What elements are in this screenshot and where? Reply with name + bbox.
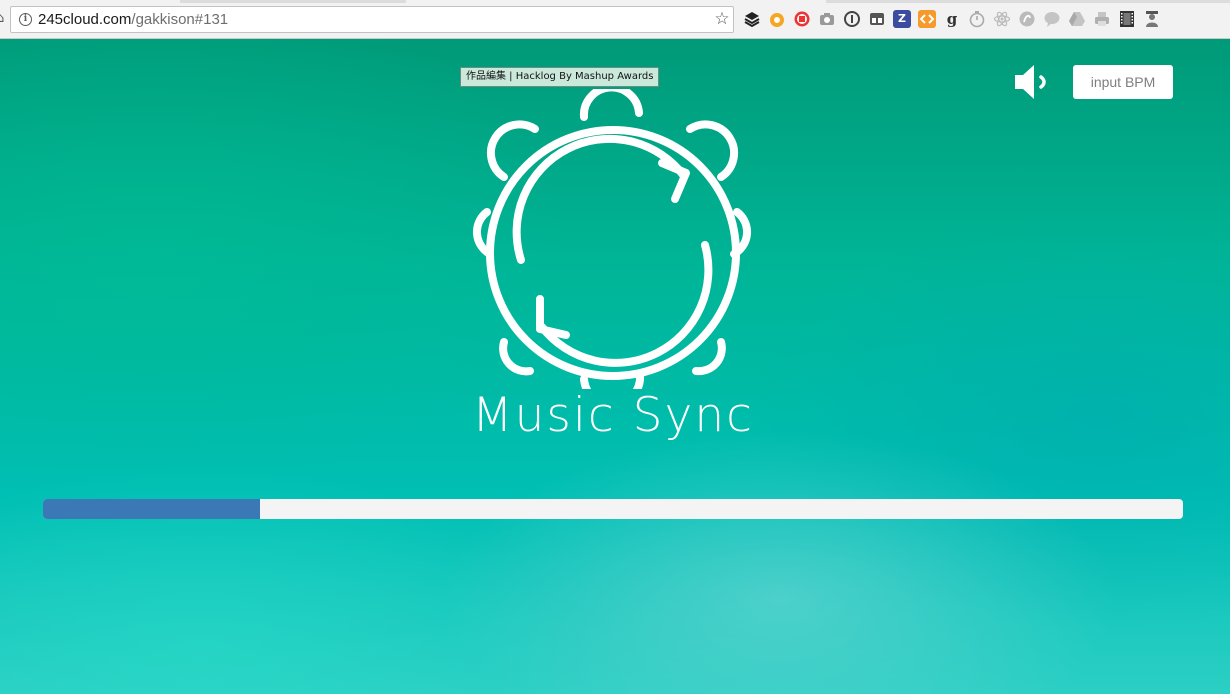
tab-strip-edge <box>0 0 1230 3</box>
page-background: 作品編集 | Hacklog By Mashup Awards input BP… <box>0 39 1230 694</box>
drive-icon[interactable] <box>1068 10 1086 28</box>
hacklog-tooltip: 作品編集 | Hacklog By Mashup Awards <box>460 67 660 87</box>
timer-icon[interactable] <box>968 10 986 28</box>
user-icon[interactable] <box>1143 10 1161 28</box>
home-icon[interactable]: ⌂ <box>0 12 6 26</box>
speaker-icon[interactable] <box>1012 60 1056 104</box>
url-host: 245cloud.com <box>38 11 132 28</box>
input-bpm-button[interactable]: input BPM <box>1073 65 1173 99</box>
i-icon[interactable] <box>843 10 861 28</box>
chat-icon[interactable] <box>1043 10 1061 28</box>
layers-icon[interactable] <box>743 10 761 28</box>
zotero-icon[interactable]: Z <box>893 10 911 28</box>
code-icon[interactable] <box>918 10 936 28</box>
app-title: Music Sync <box>472 388 754 443</box>
progress-fill <box>43 499 260 519</box>
url-text[interactable]: 245cloud.com/gakkison#131 <box>38 11 228 29</box>
film-icon[interactable] <box>1118 10 1136 28</box>
evernote-icon[interactable] <box>1018 10 1036 28</box>
star-icon[interactable]: ☆ <box>713 9 731 29</box>
record-icon[interactable] <box>793 10 811 28</box>
goodreads-icon[interactable]: g <box>943 10 961 28</box>
tabs-icon[interactable] <box>868 10 886 28</box>
tambourine-sync-icon <box>462 83 764 409</box>
camera-icon[interactable] <box>818 10 836 28</box>
address-bar[interactable]: i 245cloud.com/gakkison#131 ☆ <box>10 6 734 33</box>
progress-bar <box>43 499 1183 519</box>
extensions-bar: Z g <box>743 9 1161 29</box>
browser-toolbar: ⌂ i 245cloud.com/gakkison#131 ☆ Z g <box>0 0 1230 39</box>
react-icon[interactable] <box>993 10 1011 28</box>
info-icon[interactable]: i <box>19 13 32 26</box>
honey-icon[interactable] <box>768 10 786 28</box>
url-path: /gakkison#131 <box>131 11 229 28</box>
printer-icon[interactable] <box>1093 10 1111 28</box>
